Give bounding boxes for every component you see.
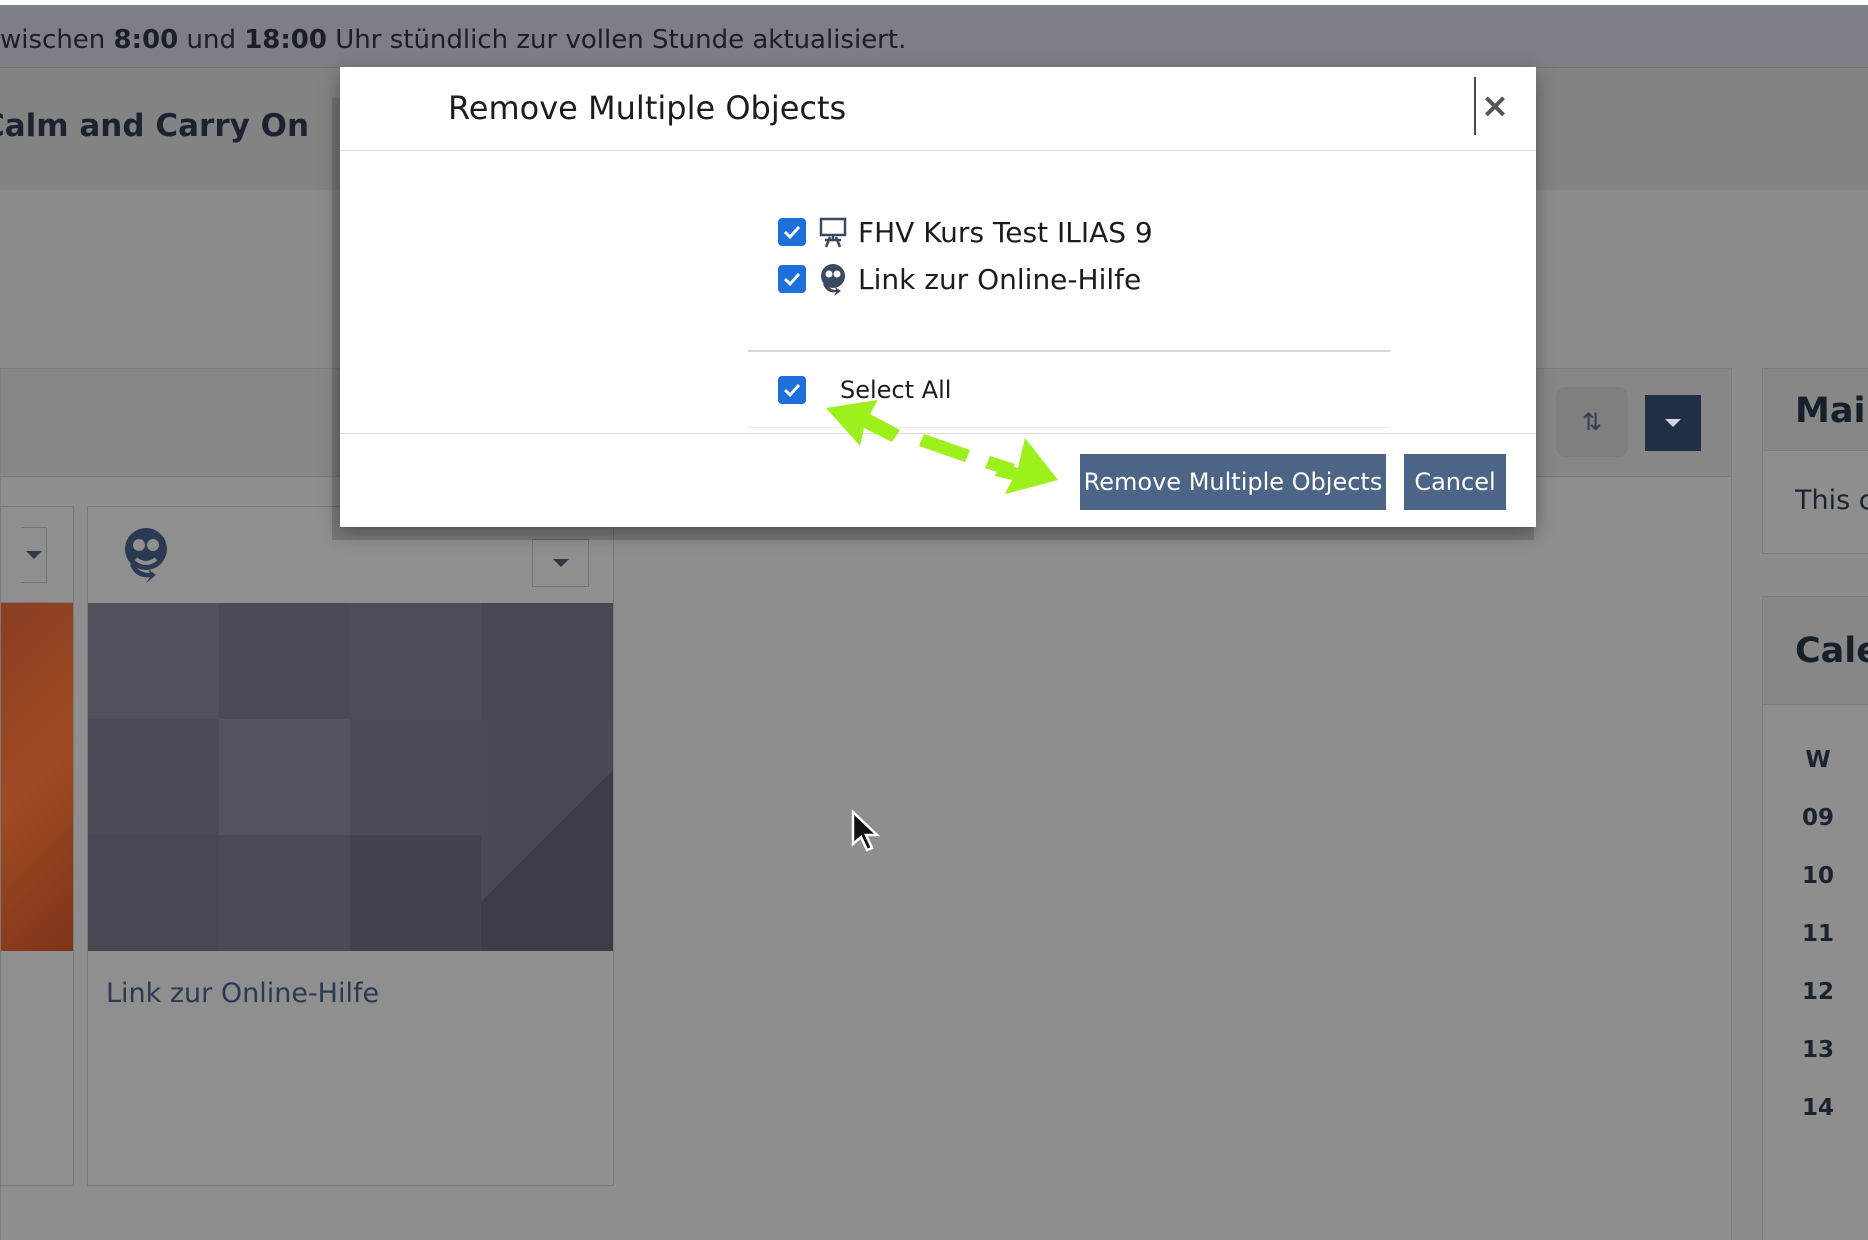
tile-card-image [1, 603, 73, 951]
page-title: Calm and Carry On [0, 108, 310, 144]
tile-actions-dropdown[interactable] [532, 539, 589, 587]
tile-card-image [88, 603, 613, 951]
tile-card-header [1, 507, 73, 603]
calendar-week-number: 14 [1801, 1095, 1834, 1121]
tile-card-title[interactable]: Link zur Online-Hilfe [106, 978, 379, 1009]
tile-card[interactable]: Link zur Online-Hilfe [87, 506, 614, 1186]
checkmark-icon [783, 272, 801, 287]
mail-widget-title: Mail [1795, 391, 1868, 431]
checkmark-icon [783, 225, 801, 240]
mail-widget-header: Mail [1763, 369, 1868, 451]
object-item[interactable]: Link zur Online-Hilfe [778, 259, 1141, 299]
object-checkbox[interactable] [778, 265, 806, 293]
object-label: FHV Kurs Test ILIAS 9 [858, 215, 1153, 249]
course-icon [819, 217, 847, 248]
double-arrow-annotation-icon [826, 400, 1058, 494]
calendar-widget-header: Cale [1763, 597, 1868, 705]
info-banner-text: wischen 8:00 und 18:00 Uhr stündlich zur… [0, 25, 907, 55]
calendar-week-number: 11 [1801, 921, 1834, 947]
web-link-icon [821, 264, 845, 296]
calendar-week-number: 13 [1801, 1037, 1834, 1063]
list-divider [748, 350, 1390, 352]
close-icon: × [1480, 86, 1510, 126]
caret-down-icon [552, 559, 569, 567]
calendar-week-header: W [1805, 747, 1831, 773]
calendar-widget: Cale W 09 10 11 12 13 14 [1762, 596, 1868, 1240]
calendar-week-number: 12 [1801, 979, 1834, 1005]
close-button[interactable]: × [1474, 77, 1514, 135]
remove-objects-button[interactable]: Remove Multiple Objects [1080, 454, 1386, 510]
info-banner: wischen 8:00 und 18:00 Uhr stündlich zur… [0, 5, 1868, 68]
select-all-checkbox[interactable] [778, 376, 806, 404]
tile-card-partial [0, 506, 74, 1186]
tile-actions-dropdown[interactable] [21, 527, 47, 583]
modal-header: Remove Multiple Objects × [340, 67, 1536, 151]
caret-down-icon [25, 551, 42, 559]
object-checkbox[interactable] [778, 218, 806, 246]
sort-icon: ⇅ [1581, 408, 1603, 436]
cancel-button[interactable]: Cancel [1404, 454, 1506, 510]
object-item[interactable]: FHV Kurs Test ILIAS 9 [778, 212, 1153, 252]
modal-title: Remove Multiple Objects [448, 89, 847, 127]
checkmark-icon [783, 383, 801, 398]
calendar-week-number: 10 [1801, 863, 1834, 889]
panel-actions-dropdown[interactable] [1645, 395, 1701, 451]
calendar-week-number: 09 [1801, 805, 1834, 831]
mouse-cursor-icon [851, 810, 880, 852]
calendar-widget-title: Cale [1795, 631, 1868, 671]
mail-widget: Mail This c [1762, 368, 1868, 554]
help-link-icon [125, 528, 167, 583]
object-label: Link zur Online-Hilfe [858, 262, 1142, 296]
mail-widget-body: This c [1795, 485, 1868, 516]
sort-button[interactable]: ⇅ [1556, 387, 1628, 457]
caret-down-icon [1665, 419, 1681, 427]
